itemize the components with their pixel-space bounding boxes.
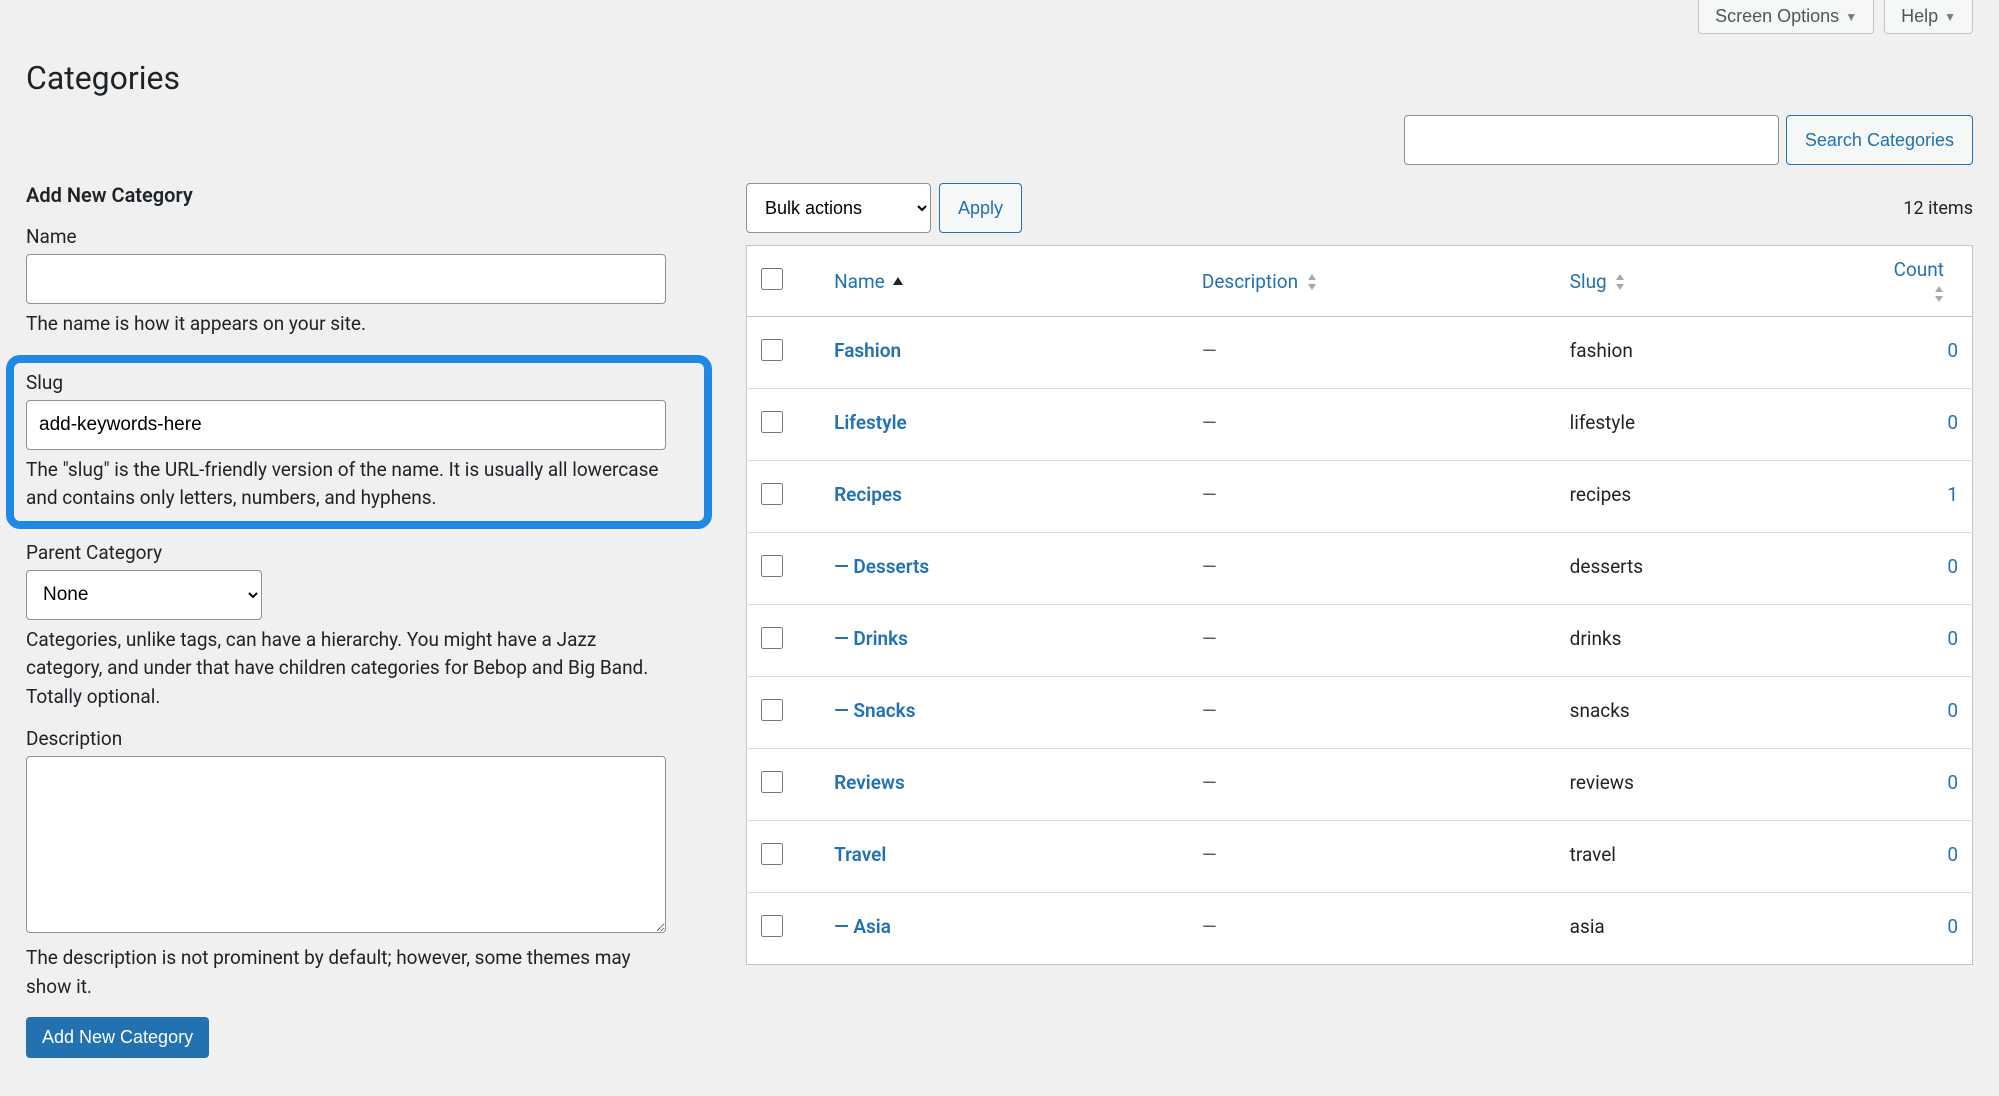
add-new-category-button[interactable]: Add New Category (26, 1017, 209, 1058)
row-checkbox[interactable] (761, 699, 783, 721)
description-field[interactable] (26, 756, 666, 933)
table-row: Fashion —fashion 0 (747, 317, 1973, 389)
slug-help-text: The "slug" is the URL-friendly version o… (26, 456, 666, 513)
row-checkbox[interactable] (761, 771, 783, 793)
category-name-link[interactable]: Reviews (834, 771, 905, 794)
table-row: — Asia —asia 0 (747, 893, 1973, 965)
table-row: — Snacks —snacks 0 (747, 677, 1973, 749)
category-slug: snacks (1556, 677, 1875, 749)
bulk-actions-select[interactable]: Bulk actions (746, 183, 931, 233)
category-name-link[interactable]: — Desserts (834, 555, 929, 578)
sort-icon (1307, 274, 1317, 290)
row-checkbox[interactable] (761, 843, 783, 865)
search-input[interactable] (1404, 115, 1779, 165)
category-name-link[interactable]: Fashion (834, 339, 901, 362)
row-checkbox[interactable] (761, 627, 783, 649)
column-header-name[interactable]: Name (820, 246, 1188, 317)
category-name-link[interactable]: — Drinks (834, 627, 908, 650)
category-description: — (1188, 389, 1556, 461)
apply-button[interactable]: Apply (939, 183, 1022, 233)
name-field[interactable] (26, 254, 666, 304)
category-count-link[interactable]: 1 (1947, 483, 1958, 506)
item-count: 12 items (1903, 198, 1973, 219)
table-row: Recipes —recipes 1 (747, 461, 1973, 533)
category-description: — (1188, 461, 1556, 533)
category-name-link[interactable]: — Asia (834, 915, 891, 938)
table-row: Reviews —reviews 0 (747, 749, 1973, 821)
category-slug: fashion (1556, 317, 1875, 389)
category-count-link[interactable]: 0 (1947, 555, 1958, 578)
table-row: — Drinks —drinks 0 (747, 605, 1973, 677)
form-title: Add New Category (26, 183, 706, 207)
name-help-text: The name is how it appears on your site. (26, 310, 666, 339)
category-slug: asia (1556, 893, 1875, 965)
slug-section-highlighted: Slug The "slug" is the URL-friendly vers… (6, 355, 712, 529)
category-description: — (1188, 749, 1556, 821)
parent-category-label: Parent Category (26, 541, 706, 564)
category-description: — (1188, 677, 1556, 749)
category-name-link[interactable]: Recipes (834, 483, 902, 506)
description-label: Description (26, 727, 706, 750)
categories-table: Name Description Slug (746, 245, 1973, 965)
parent-help-text: Categories, unlike tags, can have a hier… (26, 626, 666, 712)
caret-down-icon: ▼ (1944, 10, 1956, 24)
column-header-count[interactable]: Count (1874, 246, 1972, 317)
category-slug: desserts (1556, 533, 1875, 605)
column-header-description[interactable]: Description (1188, 246, 1556, 317)
category-count-link[interactable]: 0 (1947, 339, 1958, 362)
search-categories-button[interactable]: Search Categories (1786, 115, 1973, 165)
category-count-link[interactable]: 0 (1947, 771, 1958, 794)
row-checkbox[interactable] (761, 555, 783, 577)
sort-asc-icon (893, 277, 903, 287)
table-row: — Desserts —desserts 0 (747, 533, 1973, 605)
slug-label: Slug (26, 371, 692, 394)
category-count-link[interactable]: 0 (1947, 843, 1958, 866)
category-slug: drinks (1556, 605, 1875, 677)
category-name-link[interactable]: Travel (834, 843, 886, 866)
column-header-slug[interactable]: Slug (1556, 246, 1875, 317)
category-count-link[interactable]: 0 (1947, 627, 1958, 650)
row-checkbox[interactable] (761, 915, 783, 937)
category-description: — (1188, 317, 1556, 389)
category-count-link[interactable]: 0 (1947, 915, 1958, 938)
screen-options-label: Screen Options (1715, 6, 1839, 27)
description-help-text: The description is not prominent by defa… (26, 944, 666, 1001)
category-count-link[interactable]: 0 (1947, 699, 1958, 722)
page-title: Categories (26, 55, 1973, 97)
slug-field[interactable] (26, 400, 666, 450)
row-checkbox[interactable] (761, 483, 783, 505)
parent-category-select[interactable]: None (26, 570, 262, 620)
category-slug: reviews (1556, 749, 1875, 821)
category-description: — (1188, 605, 1556, 677)
name-label: Name (26, 225, 706, 248)
sort-icon (1615, 274, 1625, 290)
category-description: — (1188, 821, 1556, 893)
caret-down-icon: ▼ (1845, 10, 1857, 24)
category-description: — (1188, 893, 1556, 965)
help-label: Help (1901, 6, 1938, 27)
help-button[interactable]: Help ▼ (1884, 0, 1973, 34)
table-row: Travel —travel 0 (747, 821, 1973, 893)
category-name-link[interactable]: Lifestyle (834, 411, 907, 434)
category-count-link[interactable]: 0 (1947, 411, 1958, 434)
row-checkbox[interactable] (761, 411, 783, 433)
screen-options-button[interactable]: Screen Options ▼ (1698, 0, 1874, 34)
category-slug: travel (1556, 821, 1875, 893)
table-row: Lifestyle —lifestyle 0 (747, 389, 1973, 461)
select-all-checkbox[interactable] (761, 268, 783, 290)
category-name-link[interactable]: — Snacks (834, 699, 915, 722)
sort-icon (1934, 286, 1944, 302)
category-slug: lifestyle (1556, 389, 1875, 461)
row-checkbox[interactable] (761, 339, 783, 361)
category-description: — (1188, 533, 1556, 605)
category-slug: recipes (1556, 461, 1875, 533)
